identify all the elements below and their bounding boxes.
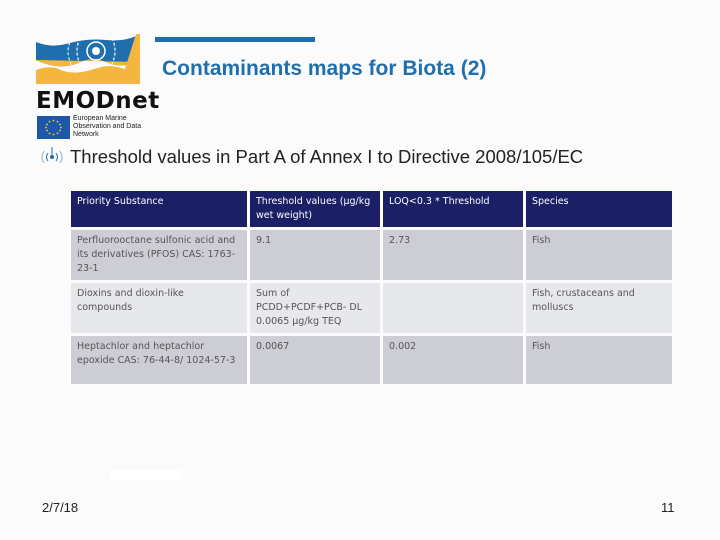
- subtitle: Threshold values in Part A of Annex I to…: [38, 146, 583, 168]
- table-header-row: Priority Substance Threshold values (µg/…: [71, 191, 672, 227]
- table-row: Perfluorooctane sulfonic acid and its de…: [71, 230, 672, 280]
- cell-substance: Heptachlor and heptachlor epoxide CAS: 7…: [71, 336, 247, 384]
- cell-threshold: 9.1: [250, 230, 380, 280]
- cell-substance: Dioxins and dioxin-like compounds: [71, 283, 247, 333]
- page-title: Contaminants maps for Biota (2): [162, 57, 487, 80]
- column-header-loq: LOQ<0.3 * Threshold: [383, 191, 523, 227]
- table-row: Heptachlor and heptachlor epoxide CAS: 7…: [71, 336, 672, 384]
- subtitle-text: Threshold values in Part A of Annex I to…: [70, 146, 584, 167]
- table-row: Dioxins and dioxin-like compounds Sum of…: [71, 283, 672, 333]
- logo-wordmark: EMODnet: [36, 88, 160, 114]
- column-header-substance: Priority Substance: [71, 191, 247, 227]
- column-header-species: Species: [526, 191, 672, 227]
- cell-loq: [383, 283, 523, 333]
- column-header-threshold: Threshold values (µg/kg wet weight): [250, 191, 380, 227]
- cell-species: Fish, crustaceans and molluscs: [526, 283, 672, 333]
- background-shape: [108, 470, 182, 480]
- cell-loq: 2.73: [383, 230, 523, 280]
- slide: EMODnet European Marine Observation and …: [0, 0, 720, 540]
- page-number: 11: [661, 500, 675, 515]
- emodnet-wave-logo-icon: [36, 34, 140, 84]
- cell-loq: 0.002: [383, 336, 523, 384]
- footer-date: 2/7/18: [42, 500, 79, 515]
- cell-species: Fish: [526, 336, 672, 384]
- cell-substance: Perfluorooctane sulfonic acid and its de…: [71, 230, 247, 280]
- eu-flag-icon: [37, 116, 70, 139]
- cell-threshold: 0.0067: [250, 336, 380, 384]
- cell-threshold: Sum of PCDD+PCDF+PCB- DL 0.0065 µg/kg TE…: [250, 283, 380, 333]
- title-accent-bar: [155, 37, 315, 42]
- signal-bullet-icon: [41, 147, 63, 164]
- logo-tagline: European Marine Observation and Data Net…: [73, 115, 142, 138]
- cell-species: Fish: [526, 230, 672, 280]
- threshold-table: Priority Substance Threshold values (µg/…: [68, 188, 675, 387]
